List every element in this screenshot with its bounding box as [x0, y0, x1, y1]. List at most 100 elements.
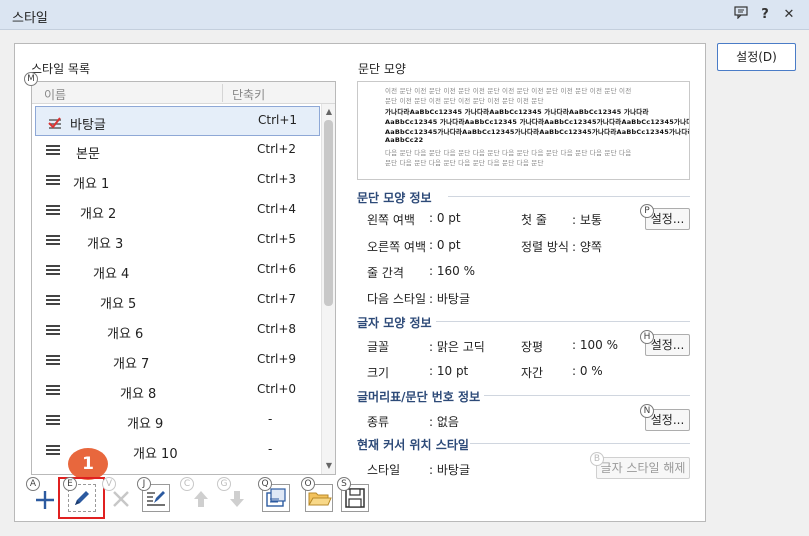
- preview-line: 문단 다음 문단 다음 문단 다음 문단 다음 문단 다음 문단: [385, 159, 544, 167]
- window-title: 스타일: [12, 11, 48, 26]
- cursor-style-title: 현재 커서 위치 스타일: [357, 438, 469, 452]
- style-row[interactable]: 개요 3 Ctrl+5: [32, 226, 322, 256]
- style-row[interactable]: 본문 Ctrl+2: [32, 136, 322, 166]
- paragraph-icon: [46, 355, 60, 368]
- paragraph-icon: [46, 235, 60, 248]
- paragraph-icon: [46, 205, 60, 218]
- shortcut-s-badge: S: [337, 477, 351, 491]
- style-name: 개요 4: [93, 267, 130, 282]
- style-list-label: 스타일 목록: [31, 62, 91, 76]
- ratio-value: : 100 %: [572, 338, 618, 352]
- style-shortcut: -: [268, 412, 273, 426]
- settings-d-button[interactable]: 설정(D): [717, 43, 796, 71]
- shortcut-q-badge: Q: [258, 477, 272, 491]
- style-row[interactable]: 개요 1 Ctrl+3: [32, 166, 322, 196]
- bullet-info-title: 글머리표/문단 번호 정보: [357, 390, 481, 404]
- preview-label: 문단 모양: [358, 62, 406, 76]
- style-name: 개요 1: [73, 177, 110, 192]
- preview-line: 이전 문단 이전 문단 이전 문단 이전 문단 이전 문단 이전 문단 이전 문…: [385, 87, 632, 95]
- paragraph-icon: [46, 175, 60, 188]
- size-value: : 10 pt: [429, 364, 469, 378]
- shortcut-e-badge: E: [63, 477, 77, 491]
- style-name: 개요 5: [100, 297, 137, 312]
- style-name: 개요 9: [127, 417, 164, 432]
- style-name: 개요 3: [87, 237, 124, 252]
- next-style-label: 다음 스타일: [367, 292, 427, 306]
- style-shortcut: Ctrl+3: [257, 172, 297, 186]
- style-row[interactable]: 개요 9 -: [32, 406, 322, 436]
- release-char-style-button[interactable]: 글자 스타일 해제: [596, 457, 690, 479]
- paragraph-icon: [46, 145, 60, 158]
- style-row[interactable]: 바탕글 Ctrl+1: [35, 106, 320, 136]
- column-shortcut: 단축키: [232, 88, 266, 102]
- style-shortcut: Ctrl+1: [258, 113, 298, 127]
- style-name: 본문: [76, 147, 100, 162]
- font-value: : 맑은 고딕: [429, 340, 485, 354]
- scroll-down-icon[interactable]: ▼: [323, 459, 335, 473]
- style-shortcut: Ctrl+9: [257, 352, 297, 366]
- left-margin-value: : 0 pt: [429, 211, 461, 225]
- style-shortcut: Ctrl+5: [257, 232, 297, 246]
- style-row[interactable]: 개요 6 Ctrl+8: [32, 316, 322, 346]
- style-row[interactable]: 개요 5 Ctrl+7: [32, 286, 322, 316]
- paragraph-preview: 이전 문단 이전 문단 이전 문단 이전 문단 이전 문단 이전 문단 이전 문…: [357, 81, 690, 180]
- shortcut-c-badge: C: [180, 477, 194, 491]
- step-badge: 1: [68, 448, 108, 480]
- style-shortcut: -: [268, 442, 273, 456]
- style-name: 개요 6: [107, 327, 144, 342]
- style-list[interactable]: 이름 단축키 바탕글 Ctrl+1 본문 Ctrl+2 개요 1 Ctrl+3 …: [31, 81, 336, 475]
- shortcut-n-badge: N: [640, 404, 654, 418]
- preview-line: AaBbCc22: [385, 136, 424, 144]
- comment-icon[interactable]: [731, 5, 751, 25]
- shortcut-v-badge: V: [102, 477, 116, 491]
- paragraph-icon: [46, 415, 60, 428]
- first-line-label: 첫 줄: [521, 213, 547, 227]
- align-value: : 양쪽: [572, 240, 602, 254]
- char-info-title: 글자 모양 정보: [357, 316, 432, 330]
- title-bar: 스타일 ? ✕: [0, 0, 809, 30]
- spacing-label: 자간: [521, 366, 544, 380]
- right-margin-value: : 0 pt: [429, 238, 461, 252]
- style-row[interactable]: 개요 7 Ctrl+9: [32, 346, 322, 376]
- preview-line: AaBbCc12345가나다라AaBbCc12345가나다라AaBbCc1234…: [385, 128, 690, 136]
- preview-line: 가나다라AaBbCc12345 가나다라AaBbCc12345 가나다라AaBb…: [385, 108, 649, 116]
- bullet-type-value: : 없음: [429, 415, 459, 429]
- preview-line: 다음 문단 다음 문단 다음 문단 다음 문단 다음 문단 다음 문단 다음 문…: [385, 149, 632, 157]
- style-shortcut: Ctrl+8: [257, 322, 297, 336]
- paragraph-icon: [46, 385, 60, 398]
- shortcut-o-badge: O: [301, 477, 315, 491]
- shortcut-h-badge: H: [640, 330, 654, 344]
- paragraph-icon: [46, 325, 60, 338]
- list-scrollbar[interactable]: ▲ ▼: [321, 104, 335, 474]
- style-row[interactable]: 개요 2 Ctrl+4: [32, 196, 322, 226]
- column-name: 이름: [44, 88, 67, 102]
- paragraph-icon: [46, 445, 60, 458]
- style-row[interactable]: 개요 4 Ctrl+6: [32, 256, 322, 286]
- list-header: 이름 단축키: [32, 82, 335, 104]
- style-name: 개요 2: [80, 207, 117, 222]
- shortcut-m-badge: M: [24, 72, 38, 86]
- help-icon[interactable]: ?: [755, 5, 775, 25]
- style-shortcut: Ctrl+0: [257, 382, 297, 396]
- line-spacing-value: : 160 %: [429, 264, 475, 278]
- shortcut-p-badge: P: [640, 204, 654, 218]
- bullet-type-label: 종류: [367, 415, 390, 429]
- style-shortcut: Ctrl+7: [257, 292, 297, 306]
- style-shortcut: Ctrl+6: [257, 262, 297, 276]
- style-row[interactable]: 개요 8 Ctrl+0: [32, 376, 322, 406]
- size-label: 크기: [367, 366, 390, 380]
- preview-line: AaBbCc12345 가나다라AaBbCc12345 가나다라AaBbCc12…: [385, 118, 690, 126]
- cursor-style-label: 스타일: [367, 463, 401, 477]
- right-margin-label: 오른쪽 여백: [367, 240, 427, 254]
- shortcut-j-badge: J: [137, 477, 151, 491]
- left-margin-label: 왼쪽 여백: [367, 213, 415, 227]
- style-name: 바탕글: [70, 118, 106, 133]
- first-line-value: : 보통: [572, 213, 602, 227]
- shortcut-g-badge: G: [217, 477, 231, 491]
- scroll-up-icon[interactable]: ▲: [323, 105, 335, 119]
- font-label: 글꼴: [367, 340, 390, 354]
- style-name: 개요 10: [133, 447, 178, 462]
- scroll-thumb[interactable]: [324, 120, 333, 306]
- close-icon[interactable]: ✕: [779, 5, 799, 25]
- spacing-value: : 0 %: [572, 364, 603, 378]
